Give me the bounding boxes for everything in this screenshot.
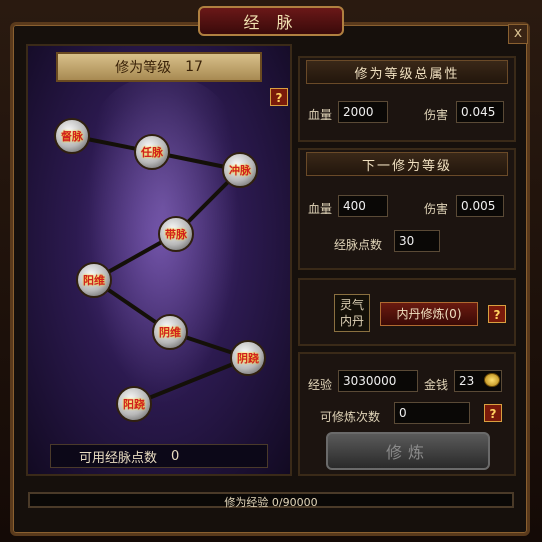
train-times-label: 可修炼次数: [320, 410, 381, 424]
node-yang-wei[interactable]: 阳维: [76, 262, 112, 298]
exp-bar-label: 修为经验: [224, 496, 269, 509]
node-yang-qiao[interactable]: 阳跷: [116, 386, 152, 422]
next-dmg-value: 0.005: [456, 195, 504, 217]
total-hp-label: 血量: [308, 108, 333, 122]
next-dmg-label: 伤害: [424, 202, 449, 216]
train-times-value: 0: [394, 402, 470, 424]
node-dai-mai[interactable]: 带脉: [158, 216, 194, 252]
next-hp-label: 血量: [308, 202, 333, 216]
spirit-elixir-slot[interactable]: 灵气 内丹: [334, 294, 370, 332]
next-points-value: 30: [394, 230, 440, 252]
total-hp-value: 2000: [338, 101, 388, 123]
close-icon[interactable]: x: [508, 24, 528, 44]
cultivation-exp-text: 修为经验 0/90000: [28, 494, 514, 510]
cultivate-button[interactable]: 修炼: [326, 432, 490, 470]
total-attributes-header: 修为等级总属性: [306, 60, 508, 84]
meridian-panel: [26, 44, 292, 476]
exp-bar-value: 0/90000: [271, 496, 318, 509]
points-label: 可用经脉点数: [79, 450, 158, 466]
help-icon[interactable]: ?: [488, 305, 506, 323]
gold-label: 金钱: [424, 378, 449, 392]
gold-coin-icon: [484, 373, 500, 387]
points-value: 0: [171, 448, 180, 464]
exp-value: 3030000: [338, 370, 418, 392]
next-level-header: 下一修为等级: [306, 152, 508, 176]
help-icon[interactable]: ?: [270, 88, 288, 106]
node-du-mai[interactable]: 督脉: [54, 118, 90, 154]
help-icon[interactable]: ?: [484, 404, 502, 422]
total-dmg-value: 0.045: [456, 101, 504, 123]
level-label: 修为等级: [115, 60, 172, 76]
next-hp-value: 400: [338, 195, 388, 217]
cultivation-level-banner: 修为等级 17: [56, 52, 262, 82]
exp-label: 经验: [308, 378, 333, 392]
window-title: 经 脉: [198, 6, 344, 36]
next-points-label: 经脉点数: [334, 238, 383, 252]
level-value: 17: [185, 59, 203, 75]
node-ren-mai[interactable]: 任脉: [134, 134, 170, 170]
lingqi-line2: 内丹: [339, 314, 364, 328]
lingqi-line1: 灵气: [339, 298, 364, 312]
node-yin-wei[interactable]: 阴维: [152, 314, 188, 350]
total-dmg-label: 伤害: [424, 108, 449, 122]
node-yin-qiao[interactable]: 阴跷: [230, 340, 266, 376]
available-points: 可用经脉点数 0: [50, 444, 268, 468]
elixir-cultivate-button[interactable]: 内丹修炼(0): [380, 302, 478, 326]
node-chong-mai[interactable]: 冲脉: [222, 152, 258, 188]
